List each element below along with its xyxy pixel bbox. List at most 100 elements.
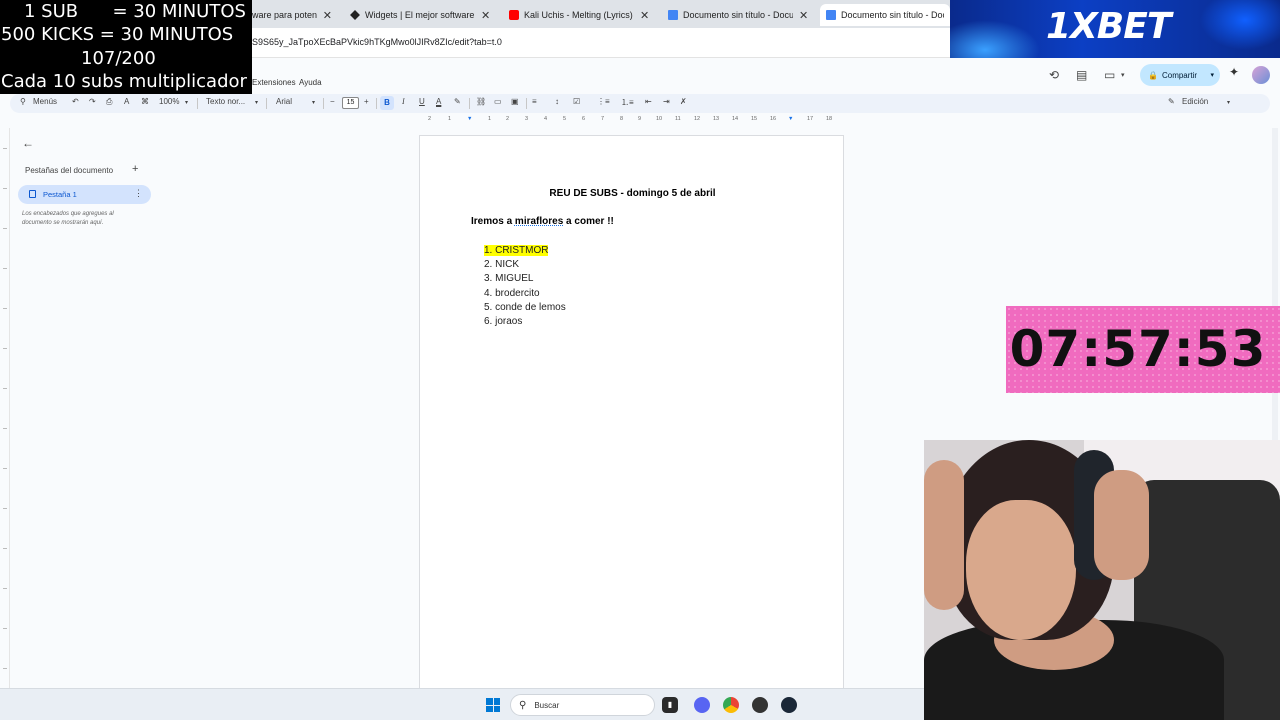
bold-button[interactable]: B <box>380 96 394 110</box>
browser-tab[interactable]: Documento sin título - Docume ✕ <box>668 4 813 26</box>
list-item-text: 5. conde de lemos <box>484 301 566 313</box>
avatar[interactable] <box>1252 66 1270 84</box>
chevron-down-icon[interactable]: ▾ <box>1121 71 1125 79</box>
search-icon: ⚲ <box>519 699 527 711</box>
share-label: Compartir <box>1161 70 1198 80</box>
redo-icon[interactable]: ↷ <box>89 97 96 106</box>
print-icon[interactable]: ⎙ <box>106 97 112 107</box>
indent-marker-icon[interactable]: ▼ <box>467 116 472 122</box>
browser-tab[interactable]: Kali Uchis - Melting (Lyrics) - Yo ✕ <box>509 4 654 26</box>
obs-icon[interactable] <box>752 697 768 713</box>
vertical-ruler[interactable] <box>0 128 10 688</box>
paragraph-text: Iremos a <box>471 216 515 227</box>
task-view-icon[interactable]: ▮ <box>662 697 678 713</box>
editing-mode-select[interactable]: Edición <box>1182 97 1208 106</box>
increase-indent-icon[interactable]: ⇥ <box>663 97 670 106</box>
link-icon[interactable]: ⛓ <box>476 97 486 106</box>
banner-glow <box>1200 0 1280 50</box>
discord-icon[interactable] <box>694 697 710 713</box>
steam-icon[interactable] <box>781 697 797 713</box>
ruler-tick <box>3 268 7 269</box>
chevron-down-icon[interactable]: ▾ <box>185 99 188 106</box>
gemini-sparkle-icon[interactable]: ✦ <box>1229 65 1239 79</box>
numbered-list-icon[interactable]: ⒈≡ <box>621 97 634 108</box>
spellcheck-word[interactable]: miraflores <box>515 216 563 227</box>
chrome-icon[interactable] <box>723 697 739 713</box>
highlight-color-icon[interactable]: ✎ <box>454 97 461 106</box>
chevron-down-icon[interactable]: ▾ <box>312 99 315 106</box>
document-paragraph[interactable]: Iremos a miraflores a comer !! <box>471 216 614 227</box>
zoom-select[interactable]: 100% <box>159 97 179 106</box>
panel-hint: Los encabezados que agregues al document… <box>22 211 114 226</box>
style-select[interactable]: Texto nor... <box>206 97 245 106</box>
tab-title: Documento sin título - Docum <box>841 10 944 20</box>
horizontal-ruler[interactable]: 2 1 ▼ 1 2 3 4 5 6 7 8 9 10 11 12 13 14 1… <box>420 116 844 126</box>
checklist-icon[interactable]: ☑ <box>573 97 580 106</box>
increase-font-icon[interactable]: + <box>364 97 369 106</box>
widgets-icon <box>350 10 360 20</box>
ruler-label: 16 <box>770 116 777 122</box>
close-tab-icon[interactable]: ✕ <box>799 9 808 22</box>
comment-icon[interactable]: ▭ <box>494 97 502 106</box>
align-icon[interactable]: ≡ <box>532 97 537 106</box>
comments-icon[interactable]: ▤ <box>1076 68 1087 82</box>
ruler-label: 15 <box>751 116 758 122</box>
close-tab-icon[interactable]: ✕ <box>640 9 649 22</box>
share-button[interactable]: 🔒 Compartir ▾ <box>1140 64 1220 86</box>
list-item[interactable]: 1. CRISTMOR <box>484 244 566 258</box>
ruler-label: 6 <box>582 116 586 122</box>
webcam-face <box>966 500 1076 640</box>
font-select[interactable]: Arial <box>276 97 292 106</box>
taskbar-search[interactable]: ⚲ Buscar <box>510 694 655 716</box>
document-tab-item[interactable]: Pestaña 1 ⋮ <box>18 185 151 204</box>
ruler-tick <box>3 628 7 629</box>
list-item[interactable]: 2. NICK <box>484 258 566 272</box>
chevron-down-icon[interactable]: ▾ <box>255 99 258 106</box>
numbered-list[interactable]: 1. CRISTMOR 2. NICK 3. MIGUEL 4. broderc… <box>484 244 566 329</box>
decrease-indent-icon[interactable]: ⇤ <box>645 97 652 106</box>
search-icon[interactable]: ⚲ <box>20 97 26 106</box>
bulleted-list-icon[interactable]: ⋮≡ <box>597 97 610 106</box>
history-icon[interactable]: ⟲ <box>1049 68 1059 82</box>
ruler-label: 5 <box>563 116 567 122</box>
line-spacing-icon[interactable]: ↕ <box>555 97 559 106</box>
close-tab-icon[interactable]: ✕ <box>323 9 332 22</box>
menu-help[interactable]: Ayuda <box>299 78 322 87</box>
add-tab-icon[interactable]: + <box>132 163 138 175</box>
more-options-icon[interactable]: ⋮ <box>134 188 143 199</box>
close-tab-icon[interactable]: ✕ <box>481 9 490 22</box>
browser-tab-active[interactable]: Documento sin título - Docum <box>820 4 950 26</box>
webcam-arm <box>924 460 964 610</box>
text-color-icon[interactable]: A <box>436 97 441 106</box>
ruler-tick <box>3 388 7 389</box>
windows-start-icon[interactable] <box>486 698 500 712</box>
back-arrow-icon[interactable]: ← <box>22 136 34 150</box>
decrease-font-icon[interactable]: − <box>330 97 335 106</box>
clear-formatting-icon[interactable]: ✗ <box>680 97 687 106</box>
list-item[interactable]: 4. brodercito <box>484 287 566 301</box>
right-indent-marker-icon[interactable]: ▼ <box>788 116 793 122</box>
meet-icon[interactable]: ▭ <box>1104 68 1115 82</box>
menus-search[interactable]: Menús <box>33 97 57 106</box>
underline-button[interactable]: U <box>419 97 425 106</box>
browser-tab[interactable]: Widgets | El mejor software para ✕ <box>350 4 495 26</box>
pencil-icon[interactable]: ✎ <box>1168 97 1175 106</box>
menu-extensions[interactable]: Extensiones <box>252 78 296 87</box>
document-heading[interactable]: REU DE SUBS - domingo 5 de abril <box>420 188 845 199</box>
chevron-down-icon[interactable]: ▾ <box>1227 99 1230 106</box>
font-size-input[interactable]: 15 <box>342 97 359 109</box>
spellcheck-icon[interactable]: A <box>124 97 129 106</box>
undo-icon[interactable]: ↶ <box>72 97 79 106</box>
list-item[interactable]: 3. MIGUEL <box>484 272 566 286</box>
chevron-down-icon[interactable]: ▾ <box>1210 71 1214 79</box>
image-icon[interactable]: ▣ <box>511 97 519 106</box>
browser-tab[interactable]: ware para potencia ✕ <box>252 4 332 26</box>
list-item[interactable]: 6. joraos <box>484 315 566 329</box>
document-tabs-panel: ← Pestañas del documento + Pestaña 1 ⋮ L… <box>0 118 170 698</box>
ruler-tick <box>3 548 7 549</box>
url-text: S9S65y_JaTpoXEcBaPVkic9hTKgMwo0lJIRv8ZIc… <box>252 37 502 47</box>
paint-format-icon[interactable]: ⌘ <box>141 97 149 106</box>
italic-button[interactable]: I <box>402 97 405 106</box>
list-item[interactable]: 5. conde de lemos <box>484 301 566 315</box>
document-page[interactable]: REU DE SUBS - domingo 5 de abril Iremos … <box>419 135 844 695</box>
